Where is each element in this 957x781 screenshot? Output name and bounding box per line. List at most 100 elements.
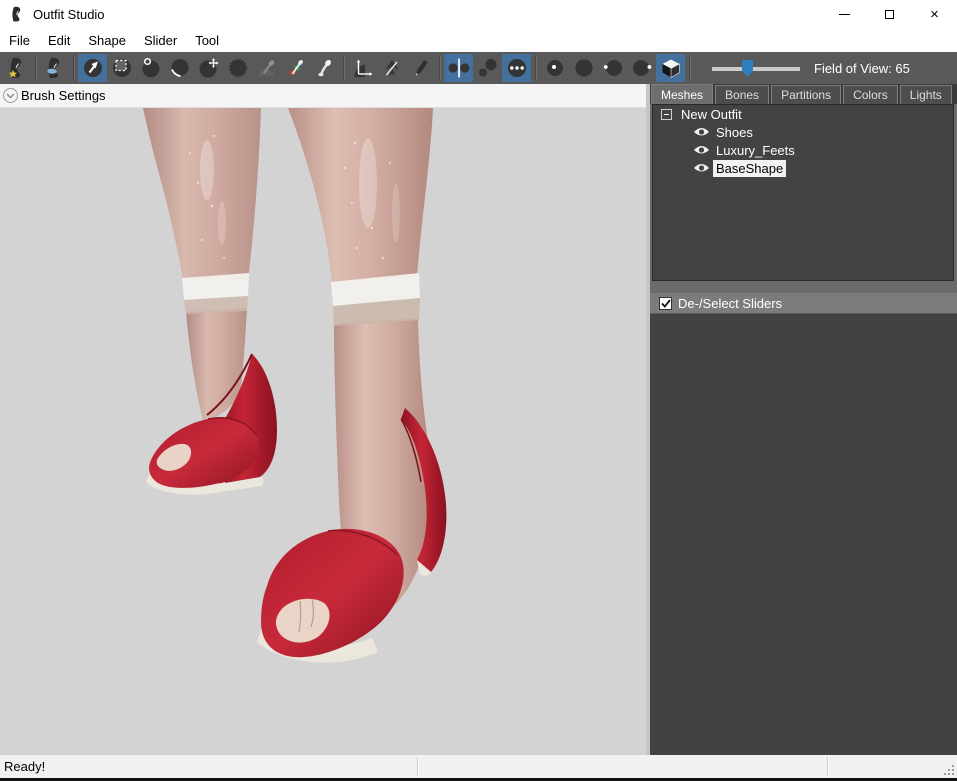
color-brush-icon bbox=[285, 57, 307, 79]
brush-settings-header[interactable]: Brush Settings bbox=[0, 84, 646, 108]
tab-colors[interactable]: Colors bbox=[843, 85, 898, 104]
meshes-tree: New Outfit Shoes Luxury_Feets BaseShape bbox=[652, 104, 954, 281]
mask-brush-icon bbox=[111, 57, 133, 79]
alpha-brush-button[interactable] bbox=[310, 54, 339, 82]
move-brush-button[interactable] bbox=[194, 54, 223, 82]
undiff-brush-icon bbox=[256, 57, 278, 79]
tree-node-new-outfit[interactable]: New Outfit bbox=[653, 105, 953, 123]
slider-groove bbox=[712, 67, 800, 71]
menu-slider[interactable]: Slider bbox=[135, 28, 186, 52]
tree-node-baseshape[interactable]: BaseShape bbox=[653, 159, 953, 177]
toolbar: Field of View: 65 bbox=[0, 52, 957, 84]
menu-edit[interactable]: Edit bbox=[39, 28, 79, 52]
tab-meshes[interactable]: Meshes bbox=[651, 84, 713, 104]
menu-tool[interactable]: Tool bbox=[186, 28, 228, 52]
outfit-studio-window: Outfit Studio × File Edit Shape Slider T… bbox=[0, 0, 957, 781]
light-plain-icon bbox=[573, 57, 595, 79]
maximize-icon bbox=[885, 10, 894, 19]
light-toggle-right[interactable] bbox=[627, 54, 656, 82]
select-cursor-icon bbox=[82, 57, 104, 79]
mirror-x-button[interactable] bbox=[444, 54, 473, 82]
check-icon bbox=[661, 299, 671, 308]
pen-tool-icon bbox=[410, 57, 432, 79]
toolbar-separator bbox=[689, 56, 690, 80]
light-right-icon bbox=[631, 57, 653, 79]
title-bar: Outfit Studio × bbox=[0, 0, 957, 28]
move-brush-icon bbox=[198, 57, 220, 79]
panel-tabs: Meshes Bones Partitions Colors Lights bbox=[650, 84, 957, 104]
pin-tool-icon bbox=[381, 57, 403, 79]
field-of-view-label: Field of View: 65 bbox=[814, 61, 910, 76]
brush-settings-label: Brush Settings bbox=[21, 88, 106, 103]
close-icon: × bbox=[930, 7, 939, 22]
pen-tool-button[interactable] bbox=[406, 54, 435, 82]
deflate-brush-button[interactable] bbox=[165, 54, 194, 82]
perspective-toggle-button[interactable] bbox=[656, 54, 685, 82]
main-area: Brush Settings bbox=[0, 84, 957, 755]
tab-bones[interactable]: Bones bbox=[715, 85, 769, 104]
tab-lights[interactable]: Lights bbox=[900, 85, 952, 104]
field-of-view-slider[interactable] bbox=[712, 59, 800, 77]
viewport-column: Brush Settings bbox=[0, 84, 646, 755]
menu-shape[interactable]: Shape bbox=[79, 28, 135, 52]
collapse-chevron-icon[interactable] bbox=[3, 88, 18, 103]
tab-partitions[interactable]: Partitions bbox=[771, 85, 841, 104]
deselect-sliders-checkbox[interactable] bbox=[659, 297, 672, 310]
light-center-icon bbox=[544, 57, 566, 79]
connected-only-button[interactable] bbox=[473, 54, 502, 82]
fov-label-text: Field of View: bbox=[814, 61, 892, 76]
select-tool-button[interactable] bbox=[78, 54, 107, 82]
mask-brush-button[interactable] bbox=[107, 54, 136, 82]
tree-node-shoes[interactable]: Shoes bbox=[653, 123, 953, 141]
tree-node-label-selected[interactable]: BaseShape bbox=[713, 160, 786, 177]
window-title: Outfit Studio bbox=[33, 7, 105, 22]
transform-tool-button[interactable] bbox=[348, 54, 377, 82]
minimize-button[interactable] bbox=[822, 0, 867, 28]
mirror-x-icon bbox=[448, 57, 470, 79]
color-brush-button[interactable] bbox=[281, 54, 310, 82]
viewport-3d[interactable] bbox=[0, 108, 646, 755]
visibility-eye-icon[interactable] bbox=[693, 144, 710, 156]
global-brush-button[interactable] bbox=[502, 54, 531, 82]
pin-tool-button[interactable] bbox=[377, 54, 406, 82]
tree-node-label[interactable]: Shoes bbox=[713, 124, 756, 141]
close-button[interactable]: × bbox=[912, 0, 957, 28]
tree-node-label[interactable]: Luxury_Feets bbox=[713, 142, 798, 159]
collapse-box-icon[interactable] bbox=[661, 109, 672, 120]
resize-grip[interactable] bbox=[944, 765, 954, 775]
status-bar: Ready! bbox=[0, 755, 957, 778]
tree-node-luxury-feets[interactable]: Luxury_Feets bbox=[653, 141, 953, 159]
tree-node-label[interactable]: New Outfit bbox=[678, 106, 745, 123]
visibility-eye-icon[interactable] bbox=[693, 126, 710, 138]
smooth-brush-button[interactable] bbox=[223, 54, 252, 82]
status-message: Ready! bbox=[4, 759, 45, 774]
connected-vertices-icon bbox=[477, 57, 499, 79]
smooth-brush-icon bbox=[227, 57, 249, 79]
fov-value: 65 bbox=[895, 61, 909, 76]
maximize-button[interactable] bbox=[867, 0, 912, 28]
load-project-icon bbox=[44, 57, 66, 79]
light-toggle-left[interactable] bbox=[598, 54, 627, 82]
statusbar-separator bbox=[827, 757, 828, 776]
light-left-icon bbox=[602, 57, 624, 79]
menu-file[interactable]: File bbox=[0, 28, 39, 52]
visibility-eye-icon[interactable] bbox=[693, 162, 710, 174]
new-project-button[interactable] bbox=[2, 54, 31, 82]
deflate-brush-icon bbox=[169, 57, 191, 79]
viewport-render bbox=[0, 108, 646, 755]
load-project-button[interactable] bbox=[40, 54, 69, 82]
light-toggle-plain[interactable] bbox=[569, 54, 598, 82]
app-logo-icon bbox=[9, 6, 25, 22]
light-toggle-center[interactable] bbox=[540, 54, 569, 82]
inflate-brush-button[interactable] bbox=[136, 54, 165, 82]
toolbar-separator bbox=[35, 56, 36, 80]
transform-tool-icon bbox=[352, 57, 374, 79]
toolbar-separator bbox=[439, 56, 440, 80]
slider-handle[interactable] bbox=[742, 60, 753, 77]
minimize-icon bbox=[839, 14, 850, 15]
undiff-brush-button[interactable] bbox=[252, 54, 281, 82]
sliders-panel[interactable] bbox=[650, 313, 957, 755]
sliders-header-label: De-/Select Sliders bbox=[678, 296, 782, 311]
menu-bar: File Edit Shape Slider Tool bbox=[0, 28, 957, 52]
toolbar-separator bbox=[535, 56, 536, 80]
